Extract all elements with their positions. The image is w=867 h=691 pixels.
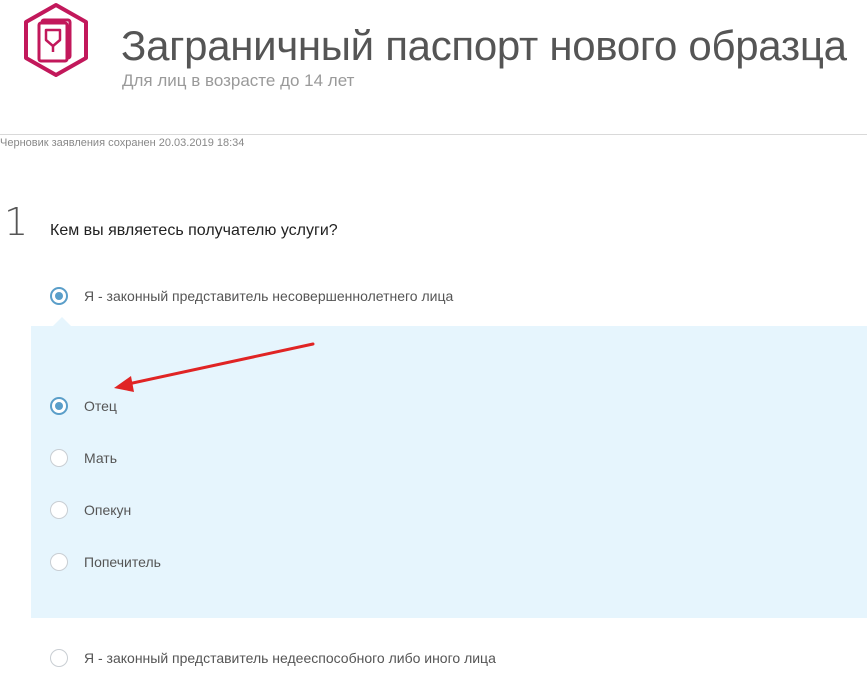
draft-saved-status: Черновик заявления сохранен 20.03.2019 1… [0,137,245,149]
header-divider [0,134,867,135]
option-label: Попечитель [84,554,161,570]
option-label: Я - законный представитель недееспособно… [84,650,496,666]
option-label: Отец [84,398,117,414]
option-incapable-representative[interactable]: Я - законный представитель недееспособно… [50,649,496,667]
page-subtitle: Для лиц в возрасте до 14 лет [122,71,355,90]
step-number: 1 [4,200,29,244]
page-title: Заграничный паспорт нового образца [121,22,847,69]
option-label: Мать [84,450,118,466]
option-minor-representative[interactable]: Я - законный представитель несовершеннол… [50,287,453,305]
option-label: Опекун [84,502,132,518]
option-label: Я - законный представитель несовершеннол… [84,288,454,304]
sub-option-mother[interactable]: Мать [50,449,117,467]
sub-option-trustee[interactable]: Попечитель [50,553,161,571]
radio-button[interactable] [50,449,68,467]
relation-subpanel [31,326,867,618]
step-question: Кем вы являетесь получателю услуги? [50,222,338,239]
radio-button[interactable] [50,501,68,519]
passport-logo [18,2,94,78]
passport-icon [24,3,88,77]
radio-button[interactable] [50,553,68,571]
sub-option-guardian[interactable]: Опекун [50,501,131,519]
sub-option-father[interactable]: Отец [50,397,117,415]
radio-button[interactable] [50,649,68,667]
radio-button-checked[interactable] [50,397,68,415]
radio-button-checked[interactable] [50,287,68,305]
